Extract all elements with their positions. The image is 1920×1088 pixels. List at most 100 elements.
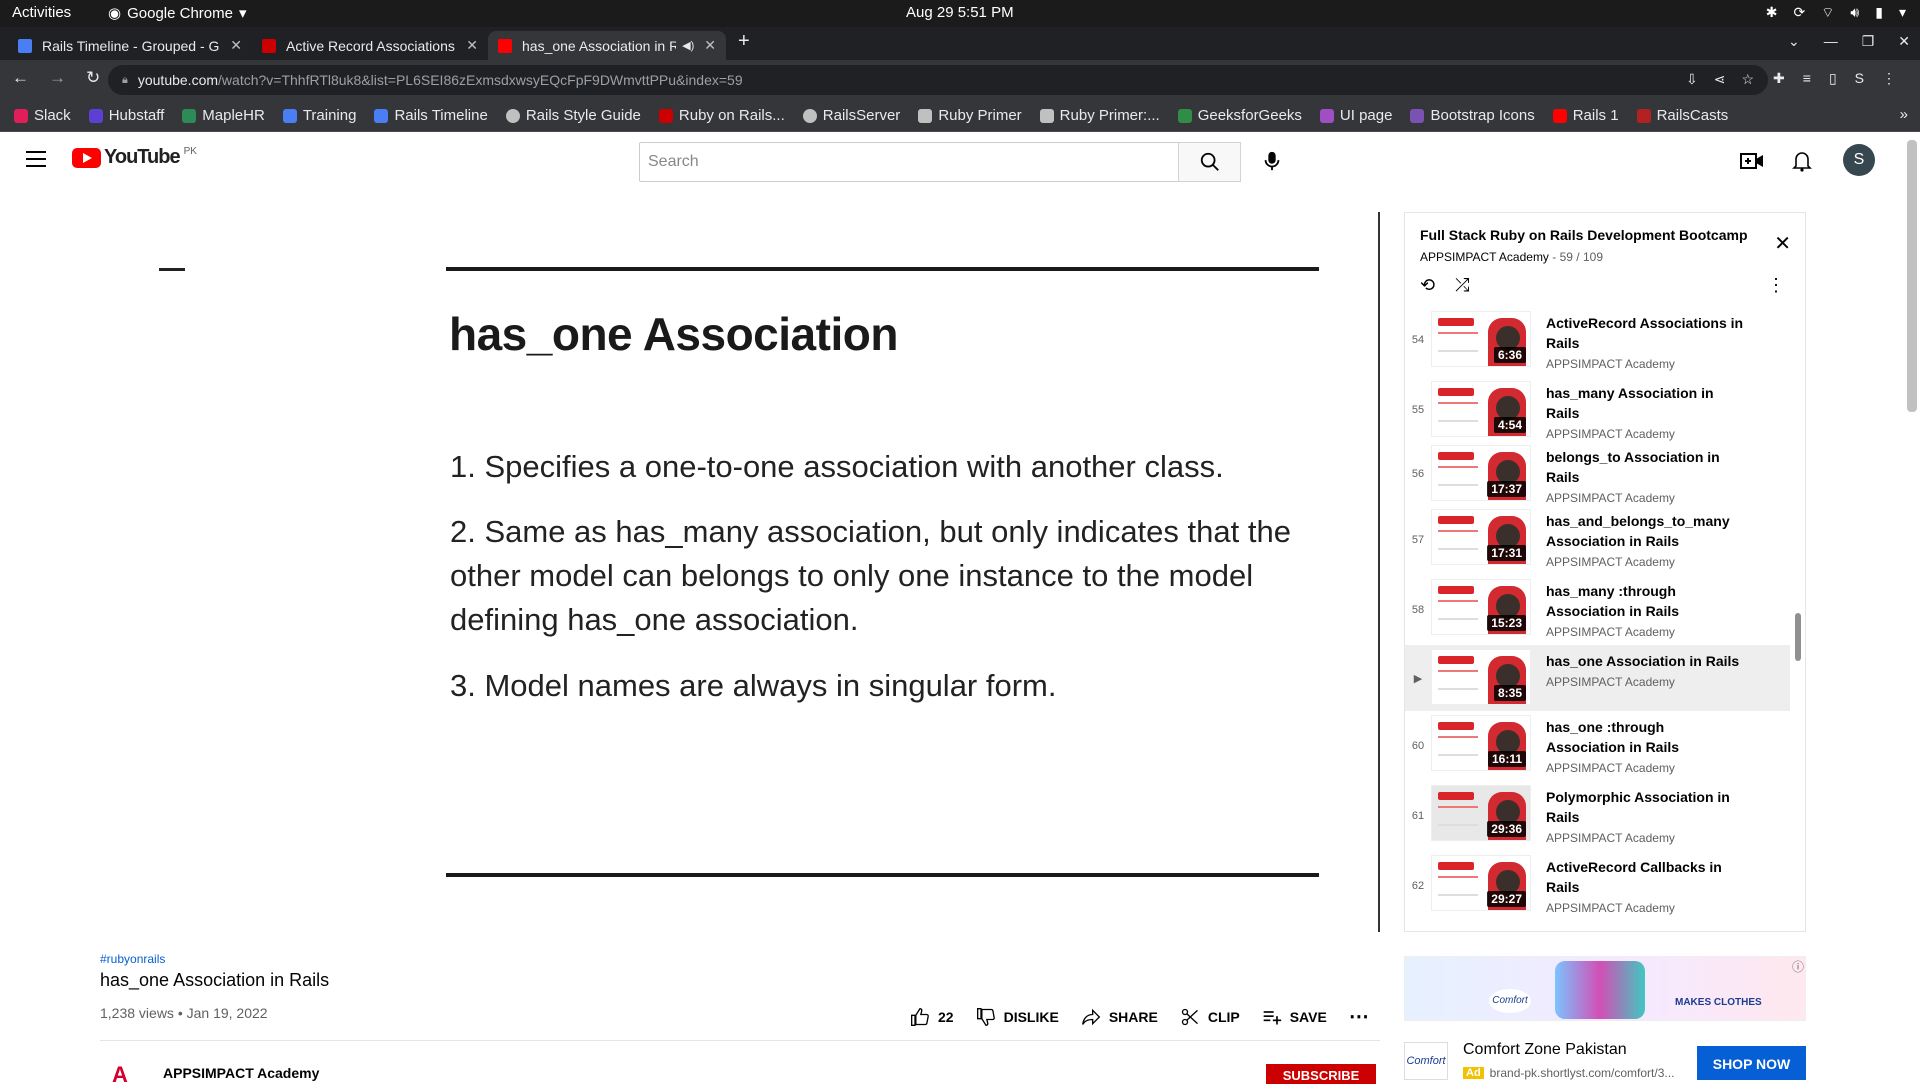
bookmark-label: GeeksforGeeks: [1197, 107, 1302, 124]
figma-icon: [1319, 108, 1334, 123]
bookmark-item[interactable]: Rails 1: [1552, 107, 1619, 124]
ad-banner-image[interactable]: Comfort MAKES CLOTHES: [1404, 956, 1806, 1021]
bookmark-item[interactable]: RailsServer: [802, 107, 900, 124]
more-bookmarks-icon[interactable]: »: [1900, 106, 1908, 123]
search-input[interactable]: Search: [639, 142, 1179, 182]
menu-icon[interactable]: [26, 151, 46, 172]
clip-button[interactable]: CLIP: [1180, 1007, 1240, 1027]
playlist-item[interactable]: 57 17:31 has_and_belongs_to_many Associa…: [1405, 505, 1790, 575]
search-button[interactable]: [1178, 142, 1241, 182]
bookmarks-bar: Slack Hubstaff MapleHR Training Rails Ti…: [0, 100, 1920, 132]
close-window-icon[interactable]: ✕: [1898, 33, 1910, 50]
like-button[interactable]: 22: [910, 1007, 954, 1027]
battery-icon: ▮: [1875, 4, 1883, 20]
chrome-menu-icon[interactable]: ⋮: [1882, 70, 1896, 87]
video-thumbnail: 8:35: [1431, 649, 1531, 705]
share-button[interactable]: SHARE: [1081, 1007, 1158, 1027]
bookmark-item[interactable]: Rails Timeline: [374, 107, 488, 124]
subscribe-button[interactable]: SUBSCRIBE: [1266, 1064, 1376, 1084]
system-tray[interactable]: ✱ ⟳ ⌔ 🔊︎ ▮ ▾: [1766, 4, 1906, 22]
new-tab-button[interactable]: +: [738, 30, 750, 53]
playlist-item[interactable]: 62 29:27 ActiveRecord Callbacks in Rails…: [1405, 851, 1790, 921]
restore-icon[interactable]: ❐: [1862, 33, 1875, 50]
tab-search-icon[interactable]: ⌄: [1788, 33, 1800, 50]
playlist-scrollbar[interactable]: [1795, 613, 1801, 661]
reload-icon[interactable]: ↻: [86, 68, 100, 88]
shop-now-button[interactable]: SHOP NOW: [1697, 1046, 1806, 1080]
bookmark-item[interactable]: RailsCasts: [1636, 107, 1728, 124]
close-tab-icon[interactable]: ✕: [704, 37, 716, 54]
close-tab-icon[interactable]: ✕: [230, 37, 242, 54]
bookmark-star-icon[interactable]: ☆: [1741, 71, 1754, 88]
playlist-item[interactable]: 58 15:23 has_many :through Association i…: [1405, 575, 1790, 645]
ad-info-icon[interactable]: ⓘ: [1792, 958, 1804, 975]
bookmark-item[interactable]: Slack: [14, 107, 71, 124]
item-title: has_many Association in Rails: [1546, 385, 1714, 421]
bookmark-item[interactable]: Ruby Primer: [918, 107, 1022, 124]
page-scrollbar[interactable]: [1907, 140, 1917, 412]
youtube-icon: [498, 38, 512, 53]
ad-title[interactable]: Comfort Zone Pakistan: [1463, 1041, 1627, 1059]
tab-active-record[interactable]: Active Record Associations — Ruby on Rai…: [252, 31, 488, 60]
sync-tray-icon[interactable]: ⟳: [1794, 4, 1806, 22]
bookmark-item[interactable]: Hubstaff: [88, 107, 164, 124]
dislike-button[interactable]: DISLIKE: [976, 1007, 1059, 1027]
minimize-icon[interactable]: —: [1824, 33, 1838, 50]
channel-logo[interactable]: A: [112, 1062, 128, 1088]
geeksforgeeks-icon: [1177, 108, 1192, 123]
playlist-item[interactable]: 56 17:37 belongs_to Association in Rails…: [1405, 441, 1790, 507]
back-icon[interactable]: ←: [12, 68, 29, 88]
playlist-menu-icon[interactable]: ⋮: [1767, 275, 1785, 296]
bookmark-item[interactable]: GeeksforGeeks: [1177, 107, 1302, 124]
profile-icon[interactable]: S: [1855, 70, 1864, 87]
avatar[interactable]: S: [1843, 144, 1875, 176]
hashtag-link[interactable]: #rubyonrails: [100, 952, 165, 966]
install-icon[interactable]: ⇩: [1686, 71, 1698, 88]
video-player[interactable]: has_one Association 1. Specifies a one-t…: [100, 212, 1380, 932]
more-actions-icon[interactable]: ⋯: [1349, 1004, 1369, 1029]
save-button[interactable]: SAVE: [1262, 1007, 1327, 1027]
bookmark-item[interactable]: MapleHR: [182, 107, 265, 124]
app-menu[interactable]: ◉ Google Chrome ▾: [108, 4, 247, 23]
media-controls-icon[interactable]: ≡: [1803, 70, 1811, 87]
slack-tray-icon[interactable]: ✱: [1766, 4, 1778, 22]
voice-search-button[interactable]: [1262, 150, 1282, 177]
country-code: PK: [183, 146, 197, 157]
power-menu-icon[interactable]: ▾: [1899, 4, 1906, 22]
playlist-item-current[interactable]: ▶ 8:35 has_one Association in Rails APPSI…: [1405, 645, 1790, 711]
tab-youtube[interactable]: has_one Association in Rails - YouTube ◀…: [488, 31, 726, 60]
playlist-item[interactable]: 54 6:36 ActiveRecord Associations in Rai…: [1405, 307, 1790, 373]
bookmark-item[interactable]: Rails Style Guide: [505, 107, 641, 124]
youtube-logo[interactable]: YouTube PK: [72, 146, 197, 169]
bookmark-item[interactable]: UI page: [1319, 107, 1392, 124]
activities-button[interactable]: Activities: [12, 4, 71, 21]
bookmark-item[interactable]: Ruby Primer:...: [1039, 107, 1160, 124]
create-video-icon[interactable]: [1740, 151, 1764, 171]
loop-icon[interactable]: ⟲: [1420, 275, 1435, 296]
shuffle-icon[interactable]: ⤮: [1455, 275, 1469, 296]
playlist-item[interactable]: 61 29:36 Polymorphic Association in Rail…: [1405, 781, 1790, 851]
tab-rails-timeline[interactable]: Rails Timeline - Grouped - Google Docs ✕: [8, 31, 252, 60]
channel-name[interactable]: APPSIMPACT Academy: [163, 1065, 319, 1081]
bookmark-item[interactable]: Ruby on Rails...: [658, 107, 785, 124]
playlist-owner[interactable]: APPSIMPACT Academy: [1420, 250, 1549, 264]
advertiser-logo[interactable]: Comfort: [1404, 1042, 1448, 1080]
bookmark-item[interactable]: Training: [282, 107, 356, 124]
share-icon[interactable]: ⋖: [1714, 71, 1726, 88]
notifications-bell-icon[interactable]: [1792, 150, 1812, 172]
address-bar[interactable]: 🔒︎ youtube.com /watch?v=ThhfRTl8uk8&list…: [108, 65, 1768, 95]
close-tab-icon[interactable]: ✕: [466, 37, 478, 54]
audio-playing-icon[interactable]: ◀): [682, 39, 694, 52]
item-title: has_one :through Association in Rails: [1546, 719, 1680, 755]
browser-toolbar: ← → ↻ 🔒︎ youtube.com /watch?v=ThhfRTl8uk…: [0, 60, 1920, 100]
clock[interactable]: Aug 29 5:51 PM: [906, 4, 1014, 21]
playlist-title[interactable]: Full Stack Ruby on Rails Development Boo…: [1420, 227, 1748, 243]
close-icon[interactable]: ✕: [1774, 231, 1791, 256]
playlist-item[interactable]: 60 16:11 has_one :through Association in…: [1405, 711, 1790, 781]
lock-icon[interactable]: 🔒︎: [122, 74, 128, 87]
bookmark-item[interactable]: Bootstrap Icons: [1410, 107, 1535, 124]
forward-icon[interactable]: →: [49, 68, 66, 88]
playlist-item[interactable]: 55 4:54 has_many Association in Rails APP…: [1405, 377, 1790, 443]
side-panel-icon[interactable]: ▯: [1829, 70, 1837, 87]
extensions-icon[interactable]: ✚: [1773, 70, 1785, 87]
